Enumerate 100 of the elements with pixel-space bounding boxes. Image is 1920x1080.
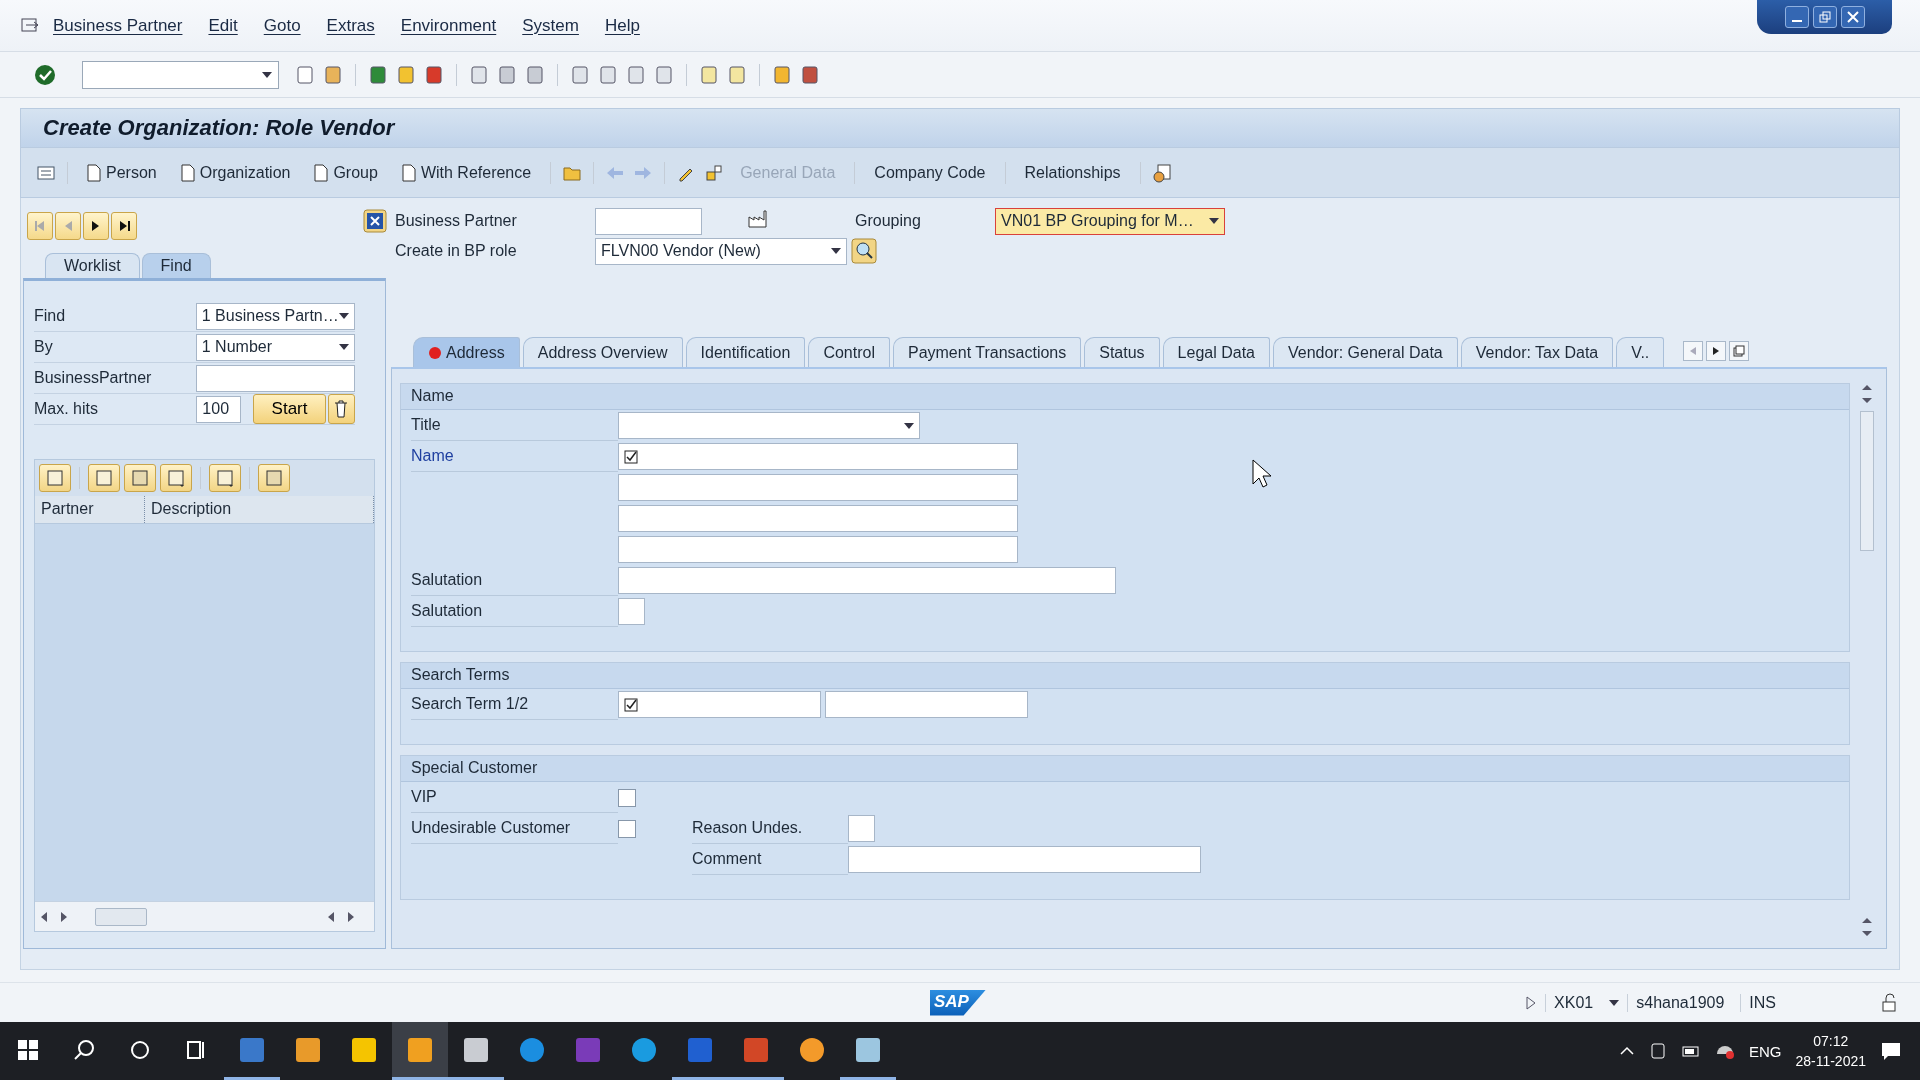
cursor-icon <box>1252 459 1272 489</box>
input-mode: INS <box>1740 993 1784 1012</box>
menu-item[interactable]: Environment <box>387 15 510 36</box>
menu-item[interactable]: Extras <box>313 15 388 36</box>
field-label: Grouping <box>855 212 922 230</box>
factory-icon[interactable] <box>745 209 769 229</box>
tab[interactable]: Legal Data <box>1162 337 1270 367</box>
tab[interactable]: Payment Transactions <box>892 337 1082 367</box>
toolbar-button[interactable]: Group <box>305 159 387 186</box>
tab[interactable]: Identification <box>685 337 806 367</box>
section-title: Search Terms <box>401 663 1849 689</box>
tab[interactable]: Address Overview <box>522 337 683 367</box>
toolbar-button[interactable]: With Reference <box>392 159 541 186</box>
checkbox[interactable] <box>618 819 636 838</box>
caret-icon <box>1609 999 1620 1006</box>
menu-item[interactable]: Edit <box>195 15 251 36</box>
caret-icon <box>1209 218 1219 224</box>
column-header[interactable]: Description <box>145 496 374 523</box>
menu-item[interactable]: Help <box>591 15 653 36</box>
delete-icon[interactable] <box>327 394 355 424</box>
restore-icon[interactable] <box>1812 6 1837 28</box>
column-header[interactable]: Partner <box>35 496 145 523</box>
tab[interactable]: Vendor: General Data <box>1273 337 1458 367</box>
field-label: VIP <box>411 782 618 813</box>
input-field[interactable] <box>618 691 821 718</box>
next-icon[interactable] <box>83 212 109 240</box>
start-button[interactable]: Start <box>253 394 326 424</box>
field-label: Find <box>34 307 67 325</box>
error-icon <box>428 345 442 360</box>
toolbar-button[interactable]: Organization <box>171 159 300 186</box>
clock-date[interactable]: 28-11-2021 <box>1795 1051 1866 1071</box>
caret-icon <box>831 248 841 254</box>
search-icon[interactable] <box>851 238 877 264</box>
field-label: Undesirable Customer <box>411 813 618 844</box>
input-field[interactable] <box>618 474 1018 501</box>
dropdown-field[interactable] <box>618 412 920 439</box>
input-field[interactable] <box>618 598 645 625</box>
toolbar-button[interactable]: Person <box>78 159 166 186</box>
section-title: Special Customer <box>401 756 1849 782</box>
field-value: 1 Number <box>201 338 272 356</box>
input-field[interactable] <box>848 815 875 842</box>
input-field[interactable] <box>618 536 1018 563</box>
last-icon[interactable] <box>111 212 137 240</box>
transaction-code: XK01 <box>1545 993 1602 1012</box>
language-indicator[interactable]: ENG <box>1748 1042 1782 1060</box>
scroll-thumb[interactable] <box>1860 411 1874 551</box>
tab[interactable]: Vendor: Tax Data <box>1460 337 1614 367</box>
system-name: s4hana1909 <box>1627 993 1733 1012</box>
scroll-right-icon[interactable] <box>1706 341 1727 361</box>
menu-item[interactable]: Business Partner <box>40 15 196 36</box>
input-field[interactable] <box>595 207 702 235</box>
tab[interactable]: V.. <box>1616 337 1665 367</box>
toolbar-button[interactable]: Company Code <box>865 159 995 186</box>
screen-title: Create Organization: Role Vendor <box>43 115 395 141</box>
command-field[interactable] <box>82 60 279 89</box>
device-icon[interactable] <box>1648 1042 1667 1060</box>
scrollbar[interactable] <box>35 901 374 931</box>
field-value: FLVN00 Vendor (New) <box>601 242 761 260</box>
close-icon[interactable] <box>1840 6 1865 28</box>
toolbar-button[interactable]: Relationships <box>1015 159 1130 186</box>
scroll-arrows-icon[interactable] <box>1861 916 1873 938</box>
field-label: Create in BP role <box>395 242 518 260</box>
input-field[interactable] <box>618 505 1018 532</box>
tab-list-icon[interactable] <box>1729 341 1750 361</box>
input-field[interactable] <box>618 567 1116 594</box>
first-icon[interactable] <box>27 212 53 240</box>
tab[interactable]: Address <box>413 337 520 367</box>
field-value: 1 Business Partn… <box>201 307 339 325</box>
input-field[interactable] <box>195 364 355 392</box>
input-field[interactable] <box>848 846 1201 873</box>
tab[interactable]: Status <box>1084 337 1160 367</box>
clock-time[interactable]: 07:12 <box>1813 1031 1849 1051</box>
scroll-thumb[interactable] <box>95 907 147 926</box>
logo: SAP <box>930 989 986 1016</box>
tab[interactable]: Control <box>808 337 890 367</box>
scroll-arrows-icon[interactable] <box>1861 383 1873 405</box>
field-label: By <box>34 338 54 356</box>
minimize-icon[interactable] <box>1784 6 1809 28</box>
notification-icon[interactable] <box>1880 1040 1902 1062</box>
check-mark-icon <box>624 449 638 464</box>
panel-tab[interactable]: Worklist <box>45 253 140 278</box>
dropdown-field[interactable]: VN01 BP Grouping for M… <box>995 207 1225 235</box>
panel-tab[interactable]: Find <box>141 253 211 278</box>
dropdown-field[interactable]: 1 Business Partn… <box>195 302 355 330</box>
play-icon[interactable] <box>1525 994 1538 1011</box>
field-label: Max. hits <box>34 400 99 418</box>
enter-icon[interactable] <box>34 63 56 86</box>
menu-item[interactable]: Goto <box>250 15 314 36</box>
caret-icon <box>339 313 349 319</box>
dropdown-field[interactable]: 1 Number <box>195 333 355 361</box>
input-field[interactable] <box>618 443 1018 470</box>
dropdown-field[interactable]: FLVN00 Vendor (New) <box>595 237 847 265</box>
input-field[interactable]: 100 <box>196 395 242 423</box>
menu-item[interactable]: System <box>509 15 592 36</box>
input-field[interactable] <box>825 691 1028 718</box>
checkbox[interactable] <box>618 788 636 807</box>
check-mark-icon <box>624 697 638 712</box>
close-icon[interactable] <box>363 209 387 233</box>
field-label: BusinessPartner <box>34 369 153 387</box>
caret-icon <box>904 422 914 429</box>
